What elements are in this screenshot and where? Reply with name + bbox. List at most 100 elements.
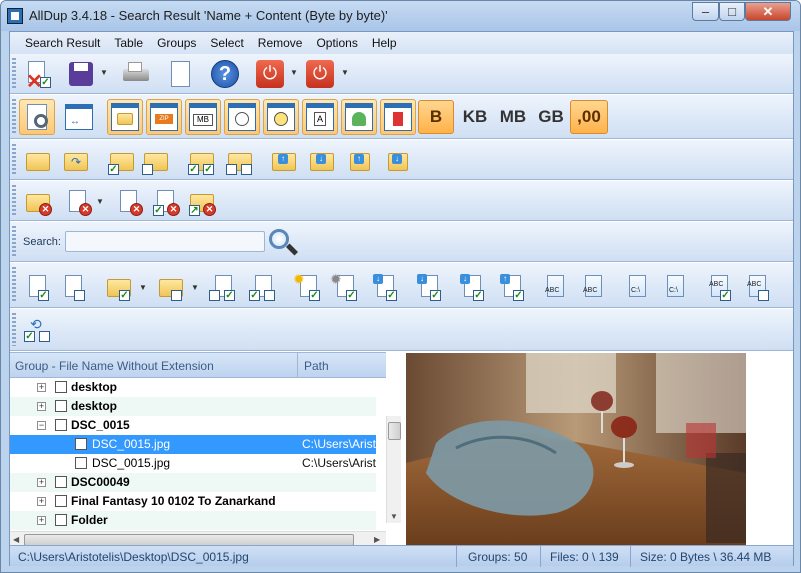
collapse-icon[interactable]: −	[37, 421, 46, 430]
row-checkbox[interactable]	[55, 381, 67, 393]
column-header-group[interactable]: Group - File Name Without Extension	[15, 359, 214, 373]
unit-gb-button[interactable]: GB	[533, 101, 569, 133]
select-shortest-path-icon[interactable]: ↓ ✓	[457, 271, 487, 301]
column-date-modified-icon[interactable]	[263, 99, 299, 135]
table-row[interactable]: + Final Fantasy 10 0102 To Zanarkand	[10, 492, 376, 511]
menu-groups[interactable]: Groups	[150, 32, 203, 54]
select-folder-dropdown-icon[interactable]: ▼	[139, 283, 147, 292]
table-row[interactable]: + Folder	[10, 511, 376, 530]
unit-bytes-button[interactable]: B	[418, 100, 454, 134]
close-results-icon[interactable]: ✕ ✓	[22, 59, 52, 93]
menu-search-result[interactable]: Search Result	[18, 32, 107, 54]
table-row[interactable]: DSC_0015.jpg C:\Users\Aristotelis\Deskto…	[10, 454, 376, 473]
select-folder-unchecked-icon[interactable]	[140, 145, 170, 175]
folder-bottom-icon[interactable]: ↓	[382, 145, 412, 175]
expand-icon[interactable]: +	[37, 383, 46, 392]
select-oldest-icon[interactable]: ✹ ✓	[330, 271, 360, 301]
deselect-by-name-icon[interactable]: ABC	[742, 271, 772, 301]
column-date-icon[interactable]	[224, 99, 260, 135]
select-folder-icon[interactable]: ✓	[103, 271, 133, 301]
select-all-except-first-icon[interactable]: ✓	[248, 271, 278, 301]
expand-icon[interactable]: +	[37, 402, 46, 411]
open-folder-icon[interactable]	[22, 145, 52, 175]
select-folder-unchecked-both-icon[interactable]	[224, 145, 254, 175]
search-input[interactable]	[65, 231, 265, 252]
remove-checked-files-icon[interactable]: ✓ ✕	[150, 186, 180, 216]
select-largest-icon[interactable]: ↓ ✓	[370, 271, 400, 301]
column-width-icon[interactable]: ↔	[62, 101, 96, 133]
column-attributes-icon[interactable]: A	[302, 99, 338, 135]
column-owner-icon[interactable]	[341, 99, 377, 135]
select-folder-checked-icon[interactable]: ✓	[106, 145, 136, 175]
document-icon[interactable]	[165, 59, 195, 89]
select-all-except-one-icon[interactable]: ✓	[208, 271, 238, 301]
select-none-icon[interactable]	[58, 271, 88, 301]
table-row-selected[interactable]: DSC_0015.jpg C:\Users\Aristotelis\Deskto…	[10, 435, 376, 454]
search-icon[interactable]	[267, 227, 299, 257]
select-smallest-icon[interactable]: ↓ ✓	[414, 271, 444, 301]
table-row[interactable]: + desktop	[10, 378, 376, 397]
scroll-down-icon[interactable]: ▼	[390, 512, 398, 521]
menu-options[interactable]: Options	[309, 32, 364, 54]
menu-remove[interactable]: Remove	[251, 32, 310, 54]
maximize-button[interactable]: □	[719, 2, 745, 21]
remove-file-icon[interactable]: ✕	[62, 186, 92, 216]
vertical-scrollbar[interactable]: ▼	[386, 416, 401, 523]
column-size-icon[interactable]: MB	[185, 99, 221, 135]
folder-top-icon[interactable]: ↑	[344, 145, 374, 175]
select-all-icon[interactable]: ✓	[22, 271, 52, 301]
menu-select[interactable]: Select	[203, 32, 250, 54]
scroll-right-icon[interactable]: ▶	[374, 535, 380, 544]
save-dropdown-icon[interactable]: ▼	[100, 68, 108, 77]
row-checkbox[interactable]	[75, 457, 87, 469]
row-checkbox[interactable]	[75, 438, 87, 450]
expand-icon[interactable]: +	[37, 516, 46, 525]
menu-table[interactable]: Table	[107, 32, 150, 54]
remove-dropdown-icon[interactable]: ▼	[96, 197, 104, 206]
vertical-scroll-thumb[interactable]	[388, 422, 401, 440]
unit-kb-button[interactable]: KB	[457, 101, 493, 133]
minimize-button[interactable]: –	[692, 2, 719, 21]
select-folder-checked-both-icon[interactable]: ✓ ✓	[186, 145, 216, 175]
print-icon[interactable]	[120, 59, 150, 89]
select-newest-icon[interactable]: ✹ ✓	[293, 271, 323, 301]
power-dropdown-icon[interactable]: ▼	[341, 68, 349, 77]
folder-up-icon[interactable]: ↑	[268, 145, 298, 175]
power-icon[interactable]: ⏻	[305, 59, 335, 89]
select-longest-path-icon[interactable]: ↑ ✓	[497, 271, 527, 301]
sort-name-desc-icon[interactable]: ABC	[578, 271, 608, 301]
deselect-folder-icon[interactable]	[155, 271, 185, 301]
sort-path-desc-icon[interactable]: C:\	[660, 271, 690, 301]
open-folder-with-icon[interactable]: ↷	[60, 145, 90, 175]
column-folder-icon[interactable]	[107, 99, 143, 135]
sort-path-asc-icon[interactable]: C:\	[622, 271, 652, 301]
row-checkbox[interactable]	[55, 419, 67, 431]
deselect-folder-dropdown-icon[interactable]: ▼	[191, 283, 199, 292]
power-save-dropdown-icon[interactable]: ▼	[290, 68, 298, 77]
table-row[interactable]: − DSC_0015	[10, 416, 376, 435]
table-row[interactable]: + desktop	[10, 397, 376, 416]
decimal-places-button[interactable]: ,00	[570, 100, 608, 134]
remove-folder-icon[interactable]: ✕	[22, 186, 52, 216]
scroll-left-icon[interactable]: ◀	[13, 535, 19, 544]
select-by-name-icon[interactable]: ABC ✓	[704, 271, 734, 301]
column-hash-icon[interactable]	[380, 99, 416, 135]
sort-name-asc-icon[interactable]: ABC	[540, 271, 570, 301]
column-header-path[interactable]: Path	[304, 359, 329, 373]
expand-icon[interactable]: +	[37, 478, 46, 487]
power-save-icon[interactable]: ⏻	[255, 59, 285, 89]
unit-mb-button[interactable]: MB	[494, 101, 532, 133]
close-button[interactable]: ✕	[745, 2, 791, 21]
row-checkbox[interactable]	[55, 514, 67, 526]
save-icon[interactable]	[66, 59, 96, 89]
row-checkbox[interactable]	[55, 495, 67, 507]
help-icon[interactable]: ?	[210, 59, 240, 89]
menu-help[interactable]: Help	[365, 32, 404, 54]
remove-files-icon[interactable]: ✕	[113, 186, 143, 216]
table-row[interactable]: + DSC00049	[10, 473, 376, 492]
invert-selection-icon[interactable]: ⟲ ✓	[22, 315, 52, 345]
folder-down-icon[interactable]: ↓	[306, 145, 336, 175]
remove-shortcut-icon[interactable]: ↗ ✕	[186, 186, 216, 216]
preview-icon[interactable]	[19, 99, 55, 135]
expand-icon[interactable]: +	[37, 497, 46, 506]
